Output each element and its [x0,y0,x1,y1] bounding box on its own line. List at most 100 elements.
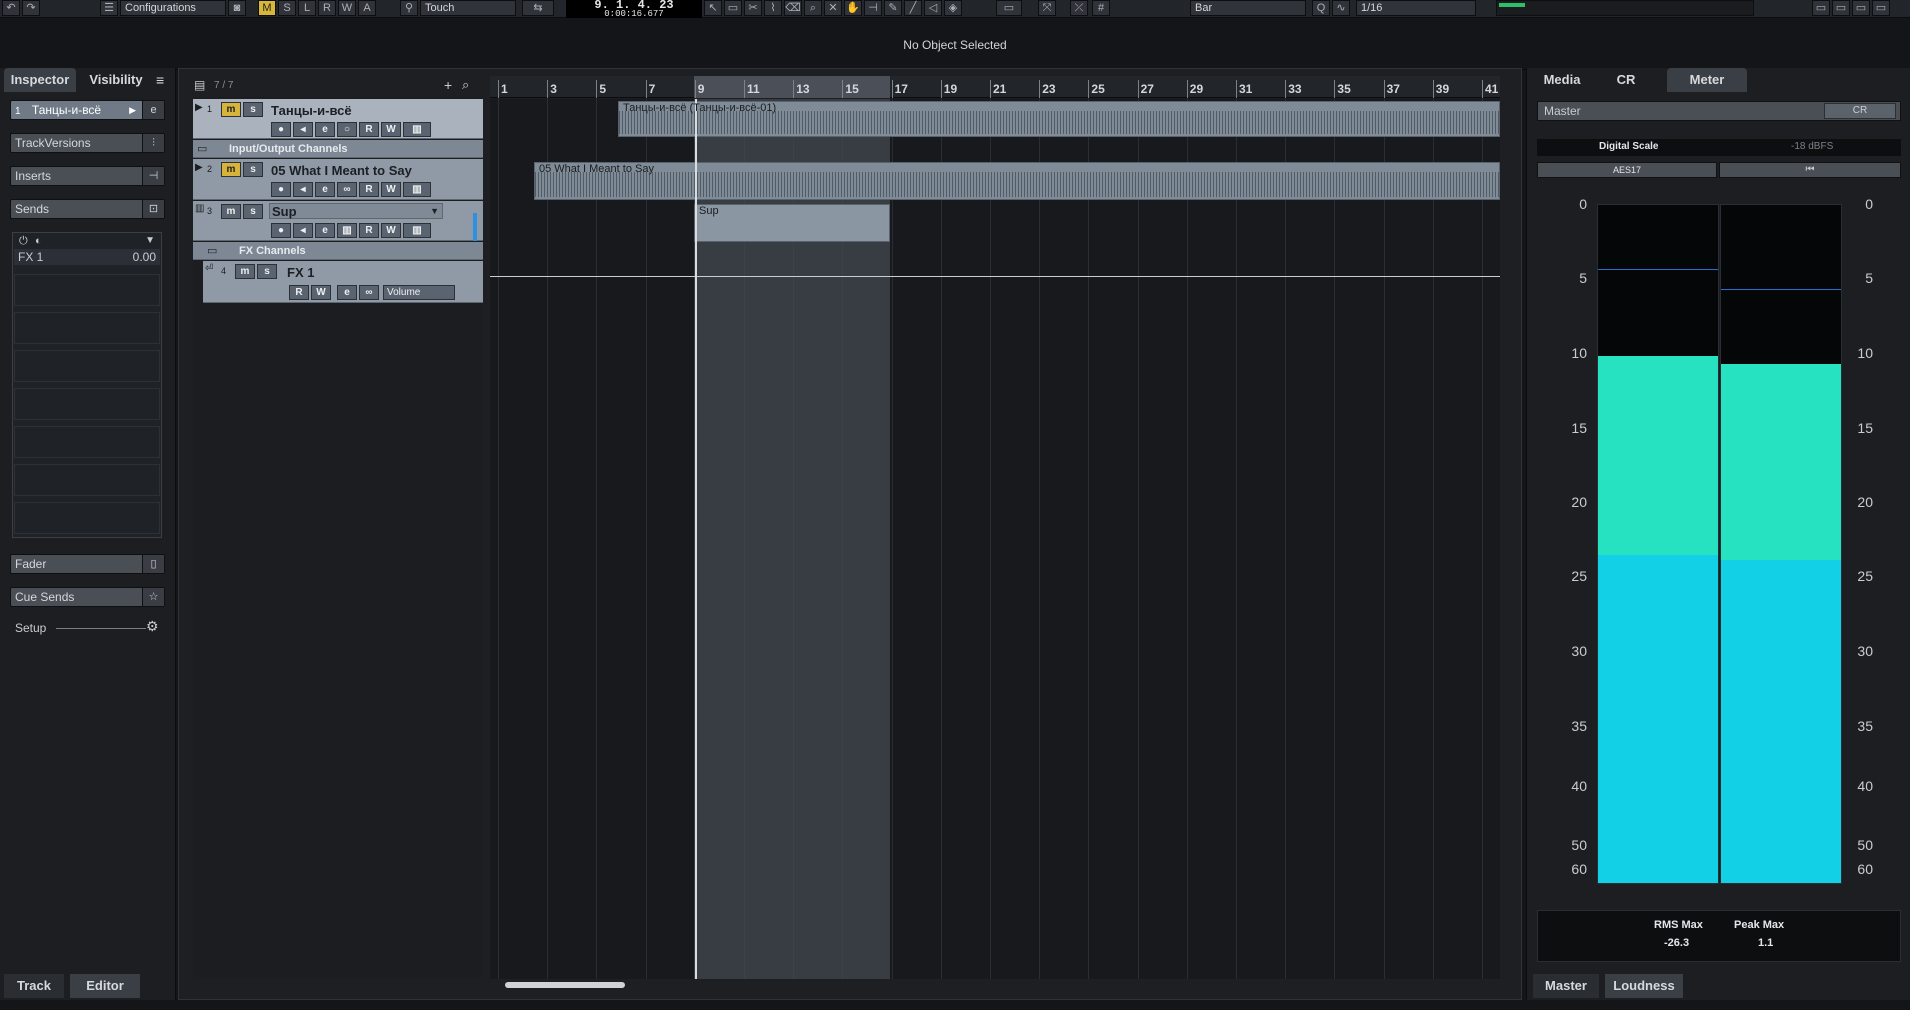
range-tool-icon[interactable]: ▭ [724,0,742,16]
mode-a-button[interactable]: A [358,0,376,16]
search-track-icon[interactable]: ⌕ [462,77,469,93]
inspector-track-header[interactable]: 1 Танцы-и-всё ▶ e [10,100,165,120]
grid-type-dropdown[interactable]: Bar [1190,0,1306,16]
track-3-record-button[interactable]: ● [271,223,291,238]
meter-channel-selector[interactable]: Master CR [1537,101,1901,121]
track-1-solo-button[interactable]: s [243,102,263,117]
track-2-monitor-button[interactable]: ◂ [293,182,313,197]
section-fader[interactable]: Fader ▯ [10,554,165,574]
glue-tool-icon[interactable]: ⌇ [764,0,782,16]
automation-icon[interactable]: ⚲ [400,0,418,16]
setup-gear-icon[interactable]: ⚙ [146,618,159,635]
snap-mode-icon[interactable]: ⤫ [1070,0,1088,16]
track-2-lanes-button[interactable]: ▥ [403,182,431,197]
track-1-mute-button[interactable]: m [221,102,241,117]
pointer-tool-icon[interactable]: ↖ [704,0,722,16]
track-1-record-button[interactable]: ● [271,122,291,137]
track-1-monitor-button[interactable]: ◂ [293,122,313,137]
track-4-edit-button[interactable]: e [337,285,357,300]
track-1-lanes-button[interactable]: ▥ [403,122,431,137]
meter-reset-icon[interactable]: ⏮ [1719,162,1901,178]
sends-dropdown-icon[interactable]: ▼ [145,235,155,246]
cycle-range[interactable] [694,76,890,98]
send-slot-8[interactable] [14,502,160,534]
layout-bottom-icon[interactable]: ▭ [1832,0,1850,16]
sends-icon[interactable]: ⊡ [142,200,164,218]
send-slot-1[interactable]: FX 1 0.00 [14,249,160,265]
meter-ref-level[interactable]: -18 dBFS [1791,141,1833,152]
line-tool-icon[interactable]: ╱ [904,0,922,16]
menu-icon[interactable]: ☰ [100,0,118,16]
send-slot-3[interactable] [14,312,160,344]
track-2-solo-button[interactable]: s [243,162,263,177]
vertical-scrollbar[interactable] [1500,78,1514,978]
erase-tool-icon[interactable]: ⌫ [784,0,802,16]
midi-part-sup[interactable]: Sup [694,204,890,242]
mode-s-button[interactable]: S [278,0,296,16]
track-3-read-button[interactable]: R [359,223,379,238]
track-3-mute-button[interactable]: m [221,204,241,219]
track-row-4[interactable]: ⏎ 4 m s FX 1 R W e ∞ Volume [203,261,483,303]
track-1-expand-icon[interactable]: ▶ [195,102,203,113]
cue-sends-star-icon[interactable]: ☆ [142,588,164,606]
send-slot-4[interactable] [14,350,160,382]
tab-editor[interactable]: Editor [70,974,140,998]
track-4-link-button[interactable]: ∞ [359,285,379,300]
section-cue-sends[interactable]: Cue Sends ☆ [10,587,165,607]
color-tool-icon[interactable]: ◈ [944,0,962,16]
play-tool-icon[interactable]: ◁ [924,0,942,16]
undo-icon[interactable]: ↶ [2,0,20,16]
layout-left-icon[interactable]: ▭ [1812,0,1830,16]
fader-icon[interactable]: ▯ [142,555,164,573]
track-2-link-button[interactable]: ∞ [337,182,357,197]
mode-l-button[interactable]: L [298,0,316,16]
track-3-solo-button[interactable]: s [243,204,263,219]
sends-prepost-icon[interactable]: ◐ [35,235,42,247]
mode-w-button[interactable]: W [338,0,356,16]
panel-menu-icon[interactable]: ≡ [156,72,164,88]
iterative-quantize-icon[interactable]: ∿ [1332,0,1350,16]
timeline-ruler[interactable]: 1 3 5 7 9 11 13 15 17 19 21 23 25 27 29 31 33 35 37 39 41 [490,76,1500,98]
track-4-solo-button[interactable]: s [257,264,277,279]
project-cursor[interactable] [695,99,697,979]
edit-channel-icon[interactable]: e [142,101,164,119]
configurations-dropdown[interactable]: Configurations [120,0,226,16]
event-display[interactable]: Танцы-и-всё (Танцы-и-всё-01) 05 What I M… [490,99,1500,979]
audio-event-1[interactable]: Танцы-и-всё (Танцы-и-всё-01) [618,101,1500,137]
meter-cr-button[interactable]: CR [1824,103,1896,119]
track-1-write-button[interactable]: W [381,122,401,137]
peak-max-value[interactable]: 1.1 [1758,937,1773,949]
layout-right-icon[interactable]: ▭ [1852,0,1870,16]
folder-io-channels[interactable]: ▭ Input/Output Channels [193,140,483,158]
mute-tool-icon[interactable]: ✕ [824,0,842,16]
send-slot-5[interactable] [14,388,160,420]
track-1-name[interactable]: Танцы-и-всё [271,103,352,118]
autoscroll-icon[interactable]: ⇆ [522,0,554,16]
tab-loudness[interactable]: Loudness [1605,974,1683,998]
trackversions-icon[interactable]: ⫶ [142,134,164,152]
track-3-lanes-button[interactable]: ▥ [403,223,431,238]
quantize-q-icon[interactable]: Q [1312,0,1330,16]
section-inserts[interactable]: Inserts ⊣ [10,166,165,186]
section-trackversions[interactable]: TrackVersions ⫶ [10,133,165,153]
hand-tool-icon[interactable]: ✋ [844,0,862,16]
track-4-write-button[interactable]: W [311,285,331,300]
send-slot-6[interactable] [14,426,160,458]
snap-icon[interactable]: ⤧ [1038,0,1056,16]
tab-track[interactable]: Track [4,974,64,998]
send-slot-7[interactable] [14,464,160,496]
redo-icon[interactable]: ↷ [22,0,40,16]
send-slot-1-value[interactable]: 0.00 [133,250,156,264]
folder-fx-channels[interactable]: ▭ FX Channels [193,242,483,260]
track-2-name[interactable]: 05 What I Meant to Say [271,163,412,178]
meter-standard-button[interactable]: AES17 [1537,162,1717,178]
layout-settings-icon[interactable]: ▭ [1872,0,1890,16]
audio-event-2[interactable]: 05 What I Meant to Say [534,162,1500,200]
tab-cr[interactable]: CR [1597,68,1655,92]
track-4-name[interactable]: FX 1 [287,265,314,280]
meter-scale-name[interactable]: Digital Scale [1599,141,1658,152]
track-2-write-button[interactable]: W [381,182,401,197]
track-3-edit-button[interactable]: e [315,223,335,238]
track-row-3[interactable]: ▥ 3 m s Sup ▼ ● ◂ e ▥ R W ▥ [193,201,483,241]
zoom-tool-icon[interactable]: ⌕ [804,0,822,16]
